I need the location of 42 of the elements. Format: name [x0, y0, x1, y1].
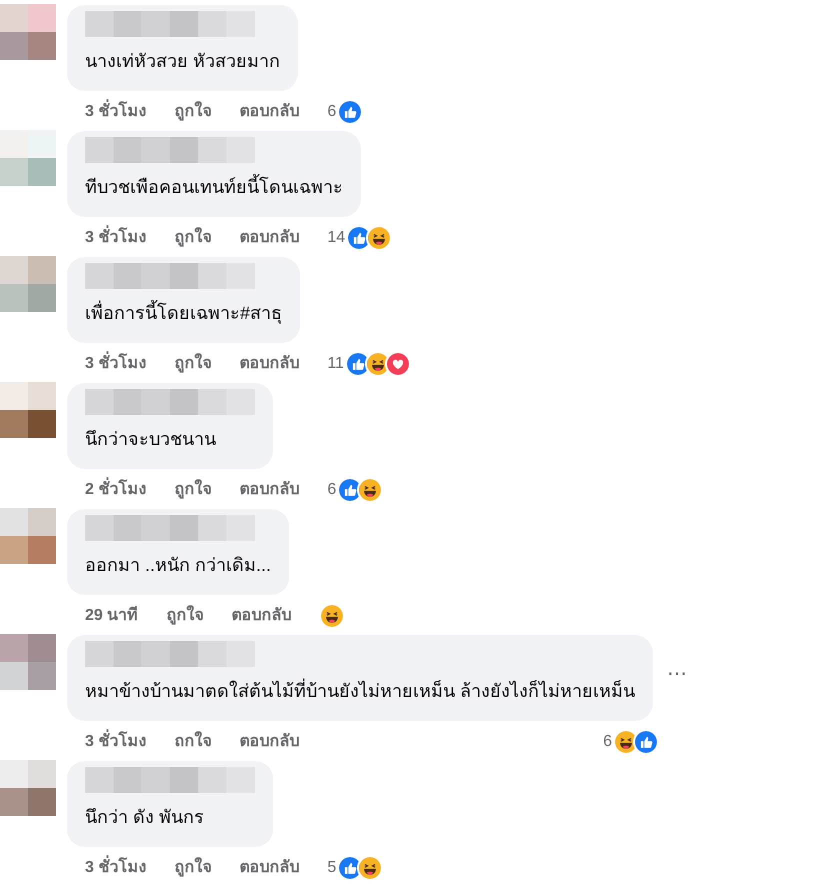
- reply-link[interactable]: ตอบกลับ: [239, 100, 300, 124]
- like-link[interactable]: ถูกใจ: [174, 478, 212, 502]
- thumbs-up-icon: [337, 99, 364, 125]
- comment-time[interactable]: 2 ชั่วโมง: [85, 478, 146, 502]
- comment-text: นึกว่าจะบวชนาน: [85, 428, 217, 451]
- comment-text: ออกมา ..หนัก กว่าเดิม...: [85, 554, 272, 577]
- comment-time[interactable]: 3 ชั่วโมง: [85, 856, 146, 880]
- like-link[interactable]: ถูกใจ: [166, 604, 204, 628]
- reaction-count[interactable]: 6: [327, 100, 336, 124]
- reply-link[interactable]: ตอบกลับ: [239, 856, 300, 880]
- like-link[interactable]: ถกใจ: [174, 730, 212, 754]
- comment-text: นึกว่า ดัง พันกร: [85, 806, 206, 829]
- comment-text: เพื่อการนี้โดยเฉพาะ#สาธุ: [85, 301, 282, 325]
- reply-link[interactable]: ตอบกลับ: [231, 604, 292, 628]
- reply-link[interactable]: ตอบกลับ: [239, 226, 300, 250]
- reaction-count[interactable]: 11: [327, 352, 344, 376]
- like-link[interactable]: ถูกใจ: [174, 100, 212, 124]
- comment-time[interactable]: 3 ชั่วโมง: [85, 226, 146, 250]
- reaction-count[interactable]: 14: [327, 226, 346, 250]
- laughing-face-icon: [366, 225, 392, 251]
- reaction-count[interactable]: 6: [327, 478, 336, 502]
- laughing-face-icon: [357, 477, 384, 503]
- reply-link[interactable]: ตอบกลับ: [239, 730, 300, 754]
- thumbs-up-icon: [633, 729, 660, 755]
- comment-text: นางเท่หัวสวย หัวสวยมาก: [85, 50, 280, 73]
- reply-link[interactable]: ตอบกลับ: [239, 352, 300, 376]
- reply-link[interactable]: ตอบกลับ: [239, 478, 300, 502]
- comment-time[interactable]: 3 ชั่วโมง: [85, 100, 146, 124]
- laughing-face-icon: [357, 855, 384, 881]
- heart-icon: [384, 351, 411, 377]
- comment-text: หมาข้างบ้านมาตดใส่ต้นไม้ที่บ้านยังไม่หายเหม็น ล้างยังไงก็ไม่หายเหม็น: [85, 679, 636, 703]
- comment-time[interactable]: 29 นาที: [85, 604, 138, 628]
- like-link[interactable]: ถูกใจ: [174, 352, 212, 376]
- like-link[interactable]: ถูกใจ: [174, 856, 212, 880]
- like-link[interactable]: ถูกใจ: [174, 226, 212, 250]
- laughing-face-icon: [319, 603, 346, 629]
- comment-text: ทีบวชเพือคอนเทนท์ยนี้โดนเฉพาะ: [85, 175, 343, 199]
- reaction-count[interactable]: 5: [327, 856, 336, 880]
- more-options-button[interactable]: ⋯: [667, 664, 688, 684]
- comment-time[interactable]: 3 ชั่วโมง: [85, 352, 146, 376]
- comment-time[interactable]: 3 ชั่วโมง: [85, 730, 146, 754]
- reaction-count[interactable]: 6: [603, 730, 612, 754]
